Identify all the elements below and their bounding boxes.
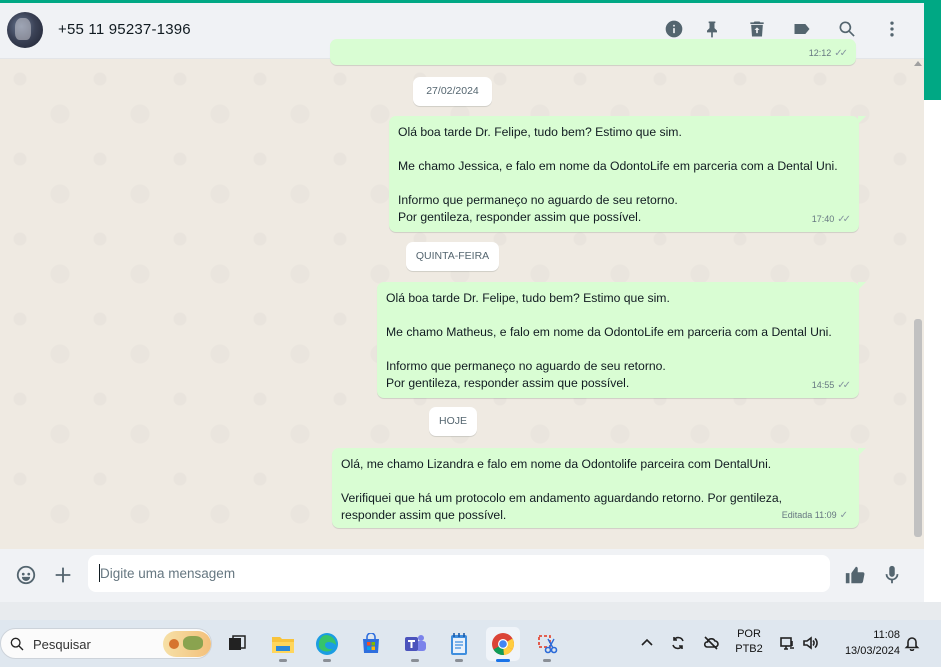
label-icon[interactable] [791,18,813,40]
sync-icon[interactable] [669,634,687,652]
search-highlight-image [163,631,211,657]
window-accent-strip [924,0,941,100]
date-divider: QUINTA-FEIRA [406,242,499,271]
message-bubble[interactable]: Olá, me chamo Lizandra e falo em nome da… [332,448,866,528]
taskbar-search[interactable]: Pesquisar [0,628,212,659]
chevron-up-icon[interactable] [638,634,656,652]
taskbar: Pesquisar POR PTB2 11:08 13/03/2024 [0,620,941,667]
whatsapp-window: +55 11 95237-1396 12:12 ✓✓ 27/02/2024 Ol… [0,0,924,602]
message-input[interactable] [88,555,830,592]
read-receipt-icon: ✓✓ [837,380,851,391]
search-icon[interactable] [836,18,858,40]
teams-icon[interactable] [398,627,432,662]
desktop-gap [0,602,941,620]
message-time: 17:40 [811,214,835,224]
message-bubble[interactable]: Olá boa tarde Dr. Felipe, tudo bem? Esti… [389,116,866,232]
window-edge [924,100,941,602]
taskbar-clock[interactable]: 11:08 13/03/2024 [830,627,900,659]
message-text: Olá boa tarde Dr. Felipe, tudo bem? Esti… [386,291,832,390]
keyboard-layout-code: PTB2 [735,643,763,655]
cloud-offline-icon[interactable] [702,634,720,652]
search-icon [10,637,24,651]
volume-icon[interactable] [801,634,819,652]
message-text: Olá, me chamo Lizandra e falo em nome da… [341,457,783,522]
more-options-icon[interactable] [881,18,903,40]
scroll-up-arrow[interactable] [914,61,922,66]
snipping-tool-icon[interactable] [530,627,564,662]
clock-date: 13/03/2024 [844,645,900,657]
file-explorer-icon[interactable] [266,627,300,662]
notification-bell-icon[interactable] [903,634,921,652]
chat-scrollbar[interactable] [914,319,922,537]
edge-browser-icon[interactable] [310,627,344,662]
microphone-icon[interactable] [879,562,905,588]
message-time: 12:12 [808,48,832,58]
microsoft-store-icon[interactable] [354,627,388,661]
message-time: 14:55 [811,380,835,390]
chrome-browser-icon[interactable] [486,627,520,662]
clock-time: 11:08 [873,629,900,641]
read-receipt-icon: ✓✓ [834,48,848,59]
attach-plus-icon[interactable] [50,562,76,588]
date-divider: 27/02/2024 [413,77,492,106]
message-time: Editada 11:09 [781,510,837,520]
contact-name[interactable]: +55 11 95237-1396 [58,21,191,38]
message-composer [0,549,924,602]
message-bubble[interactable]: Olá boa tarde Dr. Felipe, tudo bem? Esti… [377,282,866,398]
message-list[interactable]: 12:12 ✓✓ 27/02/2024 Olá boa tarde Dr. Fe… [0,39,924,549]
task-view-icon[interactable] [220,627,254,661]
notepad-icon[interactable] [442,627,476,662]
emoji-icon[interactable] [13,562,39,588]
date-divider: HOJE [429,407,477,436]
message-text: Olá boa tarde Dr. Felipe, tudo bem? Esti… [398,125,838,224]
pin-icon[interactable] [701,18,723,40]
message-bubble-partial[interactable]: 12:12 ✓✓ [330,39,856,65]
text-caret [99,564,100,582]
network-icon[interactable] [778,634,796,652]
contact-avatar[interactable] [7,12,43,48]
delete-icon[interactable] [746,18,768,40]
taskbar-search-label: Pesquisar [33,637,91,652]
thumbs-up-icon[interactable] [842,562,868,588]
read-receipt-icon: ✓✓ [837,214,851,225]
sent-check-icon: ✓ [839,510,848,521]
input-language-code: POR [737,628,761,640]
info-icon[interactable] [663,18,685,40]
input-language[interactable]: POR PTB2 [733,627,765,657]
